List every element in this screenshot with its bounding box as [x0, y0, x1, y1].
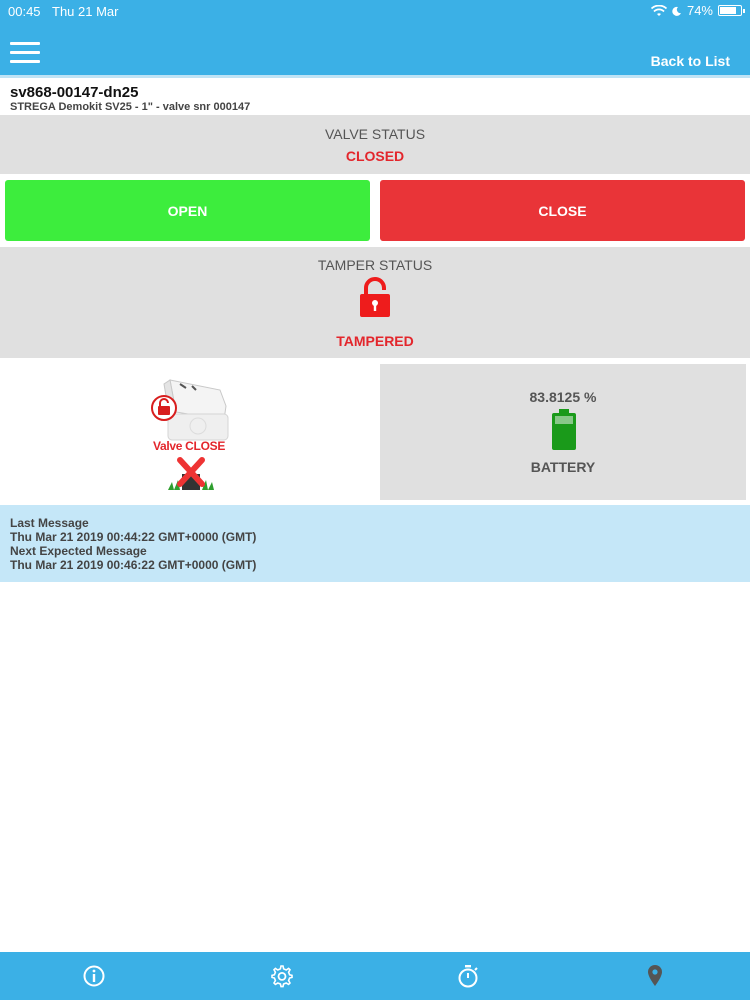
valve-image-caption: Valve CLOSE — [152, 439, 226, 453]
valve-status-label: VALVE STATUS — [324, 126, 426, 142]
status-bar: 00:45 Thu 21 Mar 74% — [0, 0, 750, 22]
battery-icon — [552, 409, 576, 450]
device-subtitle: STREGA Demokit SV25 - 1" - valve snr 000… — [10, 101, 251, 113]
tab-bar — [0, 952, 750, 1000]
open-lock-icon — [360, 277, 390, 317]
info-icon[interactable] — [82, 964, 106, 988]
status-date: Thu 21 Mar — [52, 4, 119, 19]
wifi-icon — [650, 4, 667, 16]
battery-label: BATTERY — [530, 459, 596, 475]
status-battery-text: 74% — [686, 3, 713, 18]
valve-device-image — [151, 379, 229, 490]
last-message-label: Last Message — [10, 516, 89, 530]
stopwatch-icon[interactable] — [456, 964, 480, 988]
valve-status-value: CLOSED — [345, 148, 405, 164]
menu-icon[interactable] — [10, 42, 40, 64]
gear-icon[interactable] — [269, 964, 293, 988]
tamper-status-value: TAMPERED — [336, 333, 414, 349]
valve-status-panel: VALVE STATUS CLOSED — [0, 115, 750, 174]
tamper-status-label: TAMPER STATUS — [317, 257, 433, 273]
status-time: 00:45 — [8, 4, 41, 19]
next-message-value: Thu Mar 21 2019 00:46:22 GMT+0000 (GMT) — [10, 558, 257, 572]
battery-status-icon — [718, 5, 745, 16]
battery-percentage: 83.8125 % — [529, 389, 597, 405]
device-title: sv868-00147-dn25 — [10, 84, 139, 101]
close-button[interactable]: CLOSE — [380, 180, 745, 241]
message-info-panel: Last Message Thu Mar 21 2019 00:44:22 GM… — [0, 505, 750, 582]
open-button[interactable]: OPEN — [5, 180, 370, 241]
last-message-value: Thu Mar 21 2019 00:44:22 GMT+0000 (GMT) — [10, 530, 257, 544]
location-pin-icon[interactable] — [643, 964, 667, 988]
status-right: 74% — [650, 3, 745, 18]
valve-illustration: Valve CLOSE — [0, 364, 370, 500]
nav-divider — [0, 75, 750, 78]
moon-icon — [672, 6, 681, 16]
tamper-status-panel: TAMPER STATUS TAMPERED — [0, 247, 750, 358]
battery-panel: 83.8125 % BATTERY — [380, 364, 746, 500]
back-to-list-button[interactable]: Back to List — [651, 53, 730, 69]
nav-bar: Back to List — [0, 22, 750, 75]
next-message-label: Next Expected Message — [10, 544, 147, 558]
